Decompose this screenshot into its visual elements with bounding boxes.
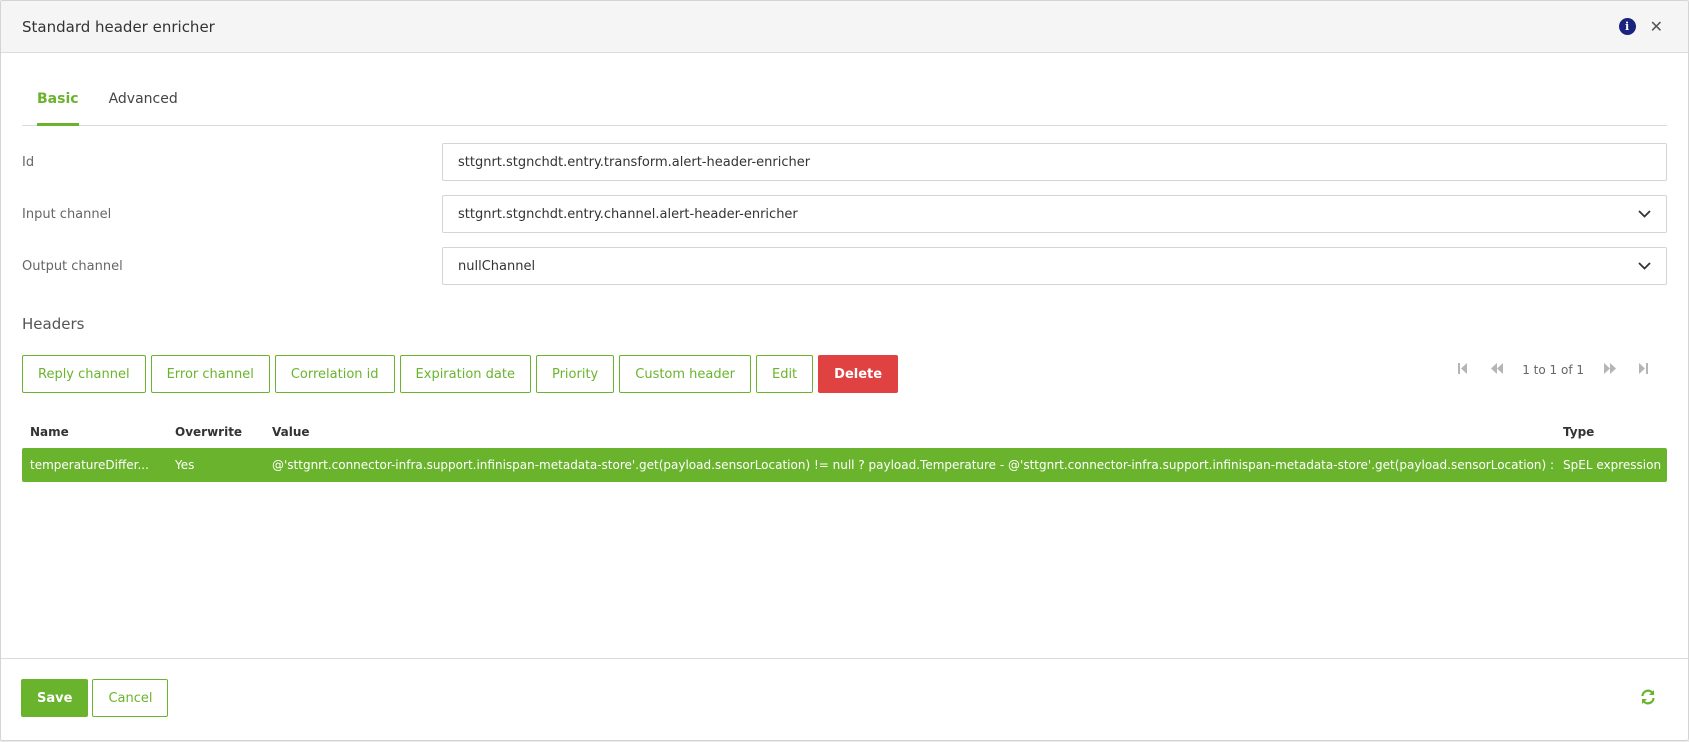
- tab-bar: Basic Advanced: [22, 83, 1667, 126]
- column-type[interactable]: Type: [1555, 425, 1667, 439]
- input-channel-select[interactable]: sttgnrt.stgnchdt.entry.channel.alert-hea…: [442, 195, 1667, 233]
- output-channel-row: Output channel nullChannel: [22, 247, 1667, 285]
- cell-value: @'sttgnrt.connector-infra.support.infini…: [272, 458, 1555, 472]
- headers-title: Headers: [22, 315, 85, 333]
- id-value: sttgnrt.stgnchdt.entry.transform.alert-h…: [458, 154, 811, 170]
- delete-button[interactable]: Delete: [818, 355, 899, 393]
- input-channel-row: Input channel sttgnrt.stgnchdt.entry.cha…: [22, 195, 1667, 233]
- cell-overwrite: Yes: [175, 458, 195, 472]
- headers-toolbar: Reply channel Error channel Correlation …: [22, 355, 899, 393]
- column-name[interactable]: Name: [22, 425, 167, 439]
- close-icon[interactable]: ✕: [1650, 18, 1663, 35]
- dialog-footer: Save Cancel: [1, 658, 1688, 740]
- last-page-icon[interactable]: [1626, 363, 1660, 377]
- input-channel-label: Input channel: [22, 206, 112, 222]
- pagination: 1 to 1 of 1: [1446, 363, 1660, 377]
- header-enricher-dialog: Standard header enricher i ✕ Basic Advan…: [0, 0, 1689, 741]
- table-row[interactable]: temperatureDiffer... Yes @'sttgnrt.conne…: [22, 448, 1667, 482]
- output-channel-label: Output channel: [22, 258, 123, 274]
- page-info: 1 to 1 of 1: [1522, 363, 1584, 377]
- edit-button[interactable]: Edit: [755, 355, 814, 393]
- correlation-id-button[interactable]: Correlation id: [274, 355, 395, 393]
- error-channel-button[interactable]: Error channel: [150, 355, 270, 393]
- previous-page-icon[interactable]: [1480, 363, 1514, 377]
- custom-header-button[interactable]: Custom header: [619, 355, 751, 393]
- input-channel-value: sttgnrt.stgnchdt.entry.channel.alert-hea…: [458, 206, 798, 222]
- cell-name: temperatureDiffer...: [30, 458, 149, 472]
- headers-table: Name Overwrite Value Type temperatureDif…: [22, 415, 1667, 482]
- id-input[interactable]: sttgnrt.stgnchdt.entry.transform.alert-h…: [442, 143, 1667, 181]
- next-page-icon[interactable]: [1592, 363, 1626, 377]
- expiration-date-button[interactable]: Expiration date: [399, 355, 531, 393]
- reply-channel-button[interactable]: Reply channel: [22, 355, 146, 393]
- info-icon[interactable]: i: [1618, 18, 1636, 35]
- id-row: Id sttgnrt.stgnchdt.entry.transform.aler…: [22, 143, 1667, 181]
- cell-type: SpEL expression: [1563, 458, 1662, 472]
- id-label: Id: [22, 154, 35, 170]
- output-channel-select[interactable]: nullChannel: [442, 247, 1667, 285]
- column-value[interactable]: Value: [264, 425, 1555, 439]
- column-overwrite[interactable]: Overwrite: [167, 425, 264, 439]
- output-channel-value: nullChannel: [458, 258, 536, 274]
- tab-basic[interactable]: Basic: [22, 83, 94, 126]
- cancel-button[interactable]: Cancel: [92, 679, 169, 717]
- refresh-icon[interactable]: [1640, 689, 1656, 709]
- priority-button[interactable]: Priority: [535, 355, 615, 393]
- dialog-title: Standard header enricher: [22, 17, 215, 36]
- chevron-down-icon[interactable]: [1637, 259, 1651, 273]
- save-button[interactable]: Save: [21, 679, 89, 717]
- table-header: Name Overwrite Value Type: [22, 415, 1667, 448]
- dialog-header: Standard header enricher i ✕: [1, 1, 1688, 53]
- chevron-down-icon[interactable]: [1637, 207, 1651, 221]
- first-page-icon[interactable]: [1446, 363, 1480, 377]
- tab-advanced[interactable]: Advanced: [94, 83, 193, 125]
